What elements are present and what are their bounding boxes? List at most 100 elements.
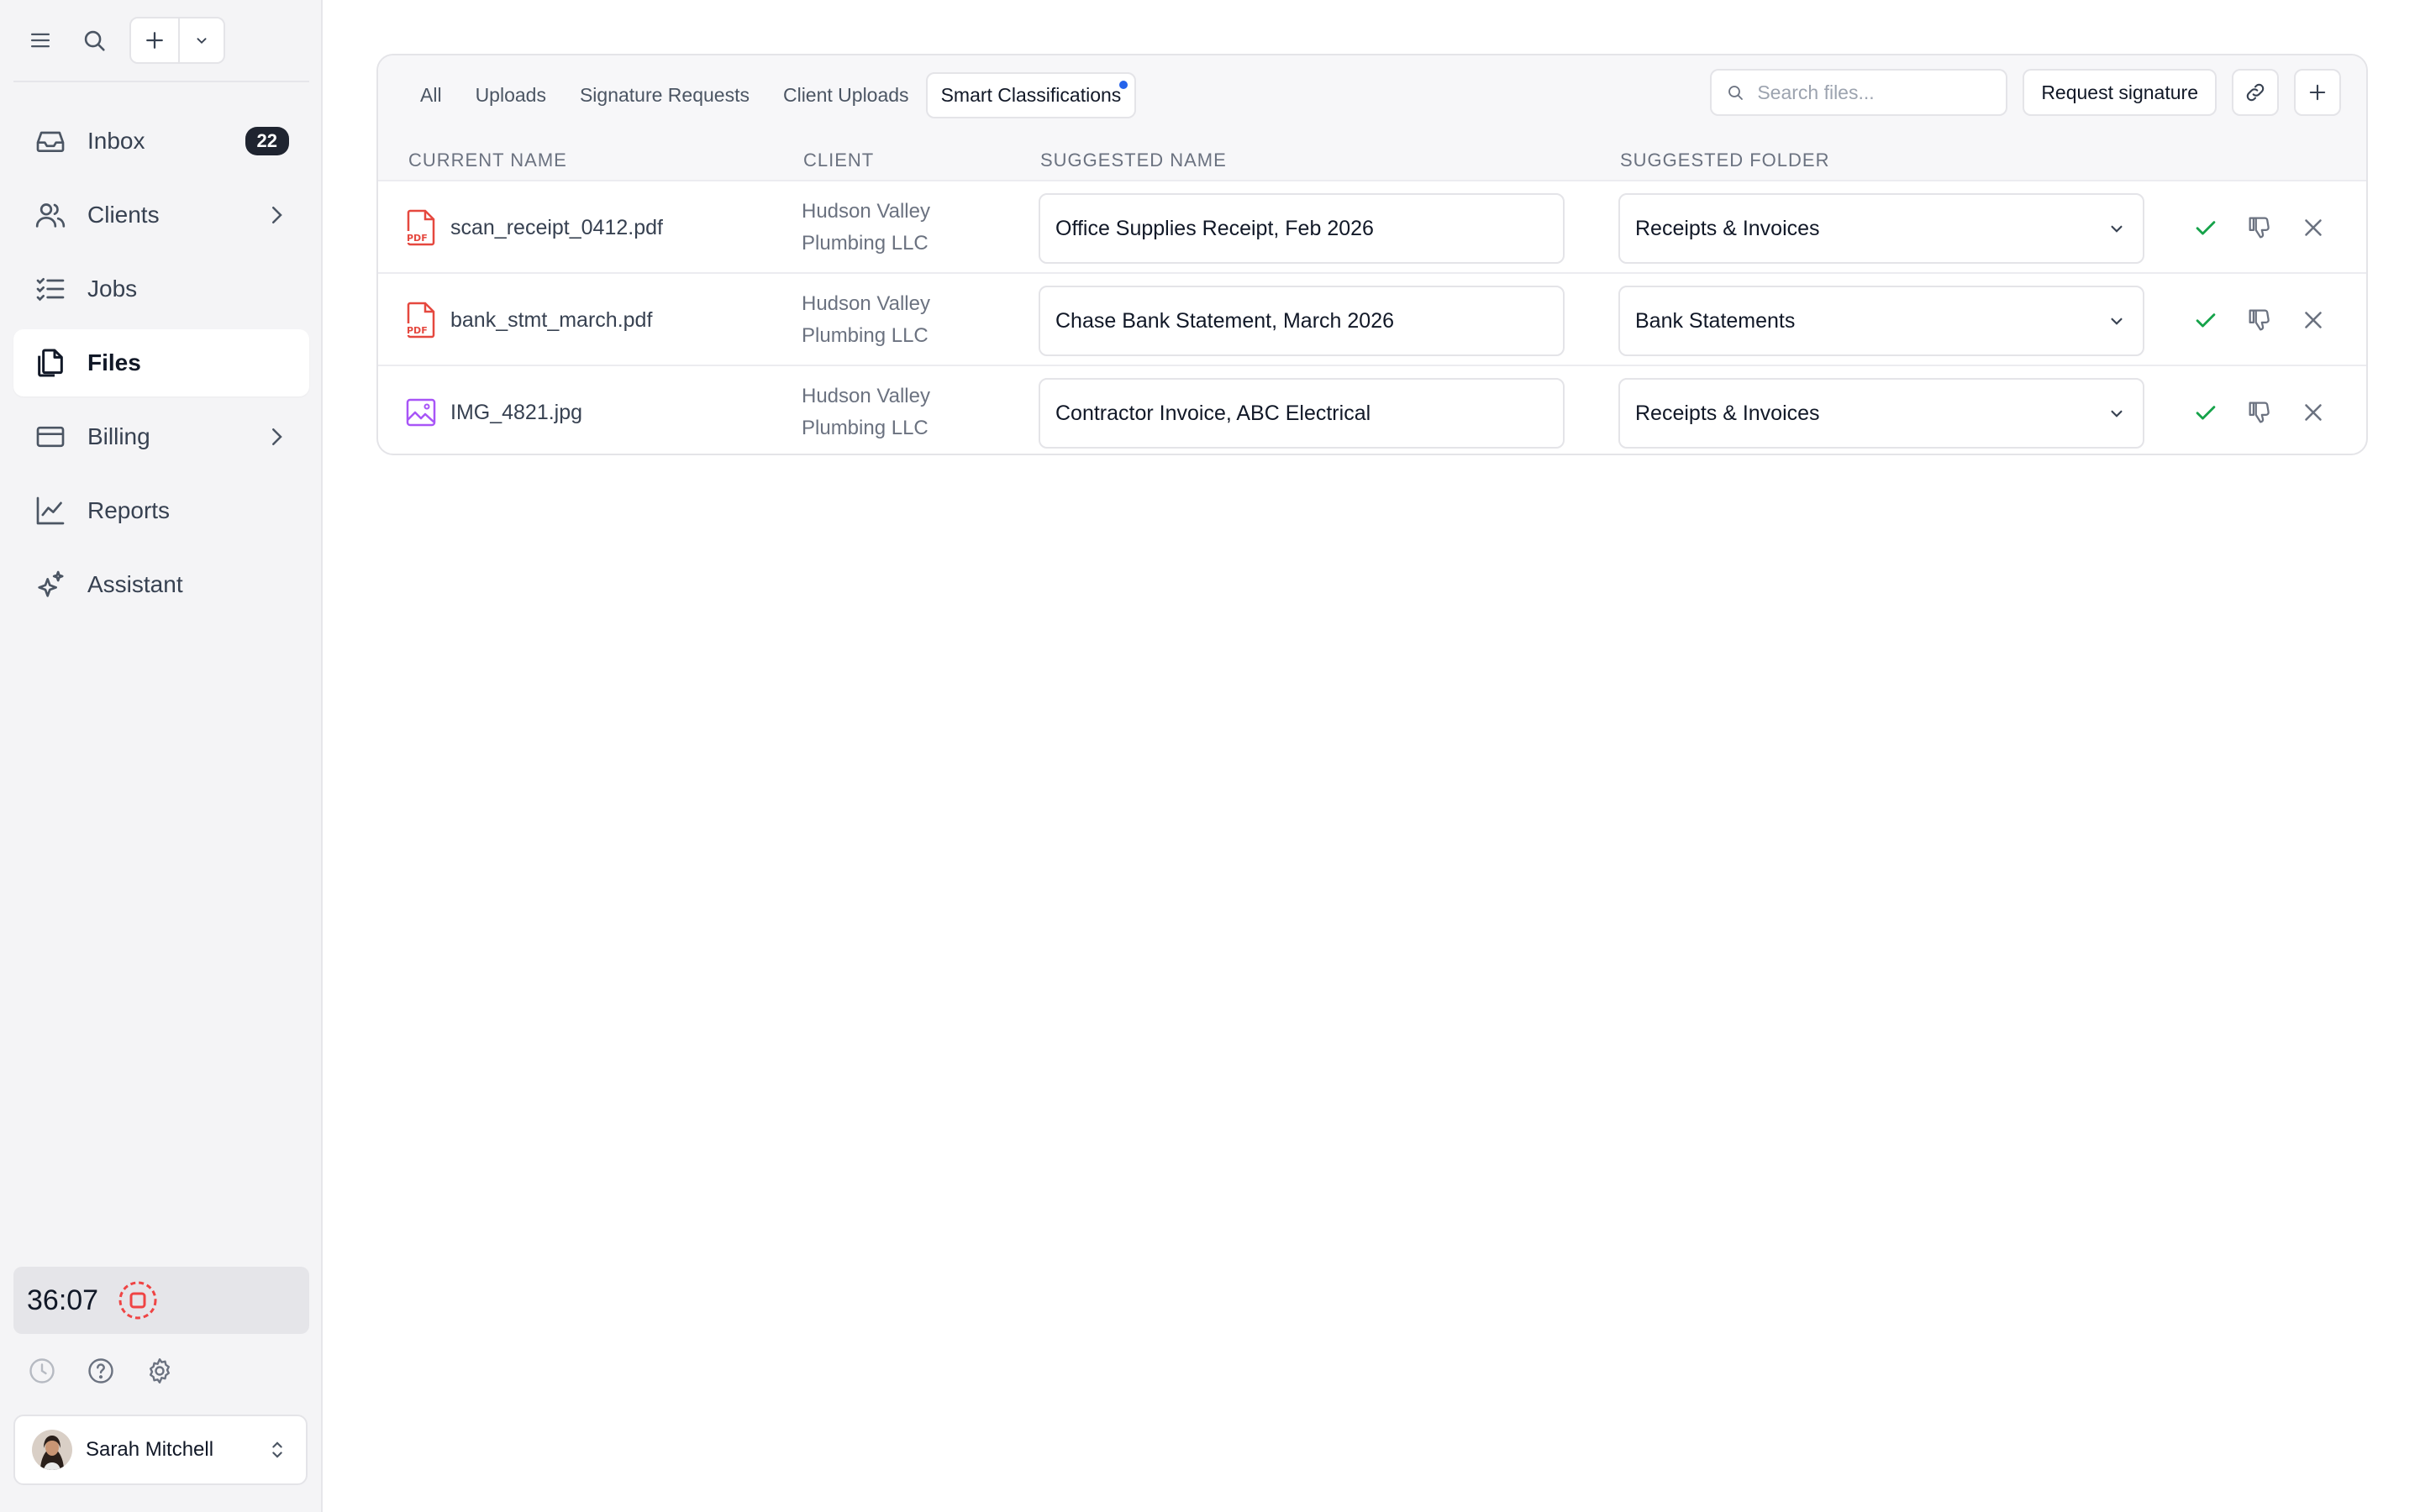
chevron-down-icon xyxy=(2111,225,2123,233)
plus-icon xyxy=(2309,84,2326,101)
client-cell: Hudson Valley Plumbing LLC xyxy=(802,274,995,366)
svg-text:PDF: PDF xyxy=(407,233,428,244)
suggested-name-field[interactable]: Chase Bank Statement, March 2026 xyxy=(1039,286,1565,356)
add-file-button[interactable] xyxy=(2294,69,2341,116)
table-row: IMG_4821.jpg Hudson Valley Plumbing LLC C… xyxy=(378,366,2366,454)
suggested-name-field[interactable]: Contractor Invoice, ABC Electrical xyxy=(1039,378,1565,449)
chevron-down-icon xyxy=(2111,318,2123,325)
sidebar: Inbox 22 Clients Jobs Files Billing Repo… xyxy=(0,0,323,1512)
table-row: PDF bank_stmt_march.pdf Hudson Valley Plu… xyxy=(378,274,2366,366)
users-icon xyxy=(34,198,67,232)
stop-timer-icon[interactable] xyxy=(117,1279,159,1321)
file-cell[interactable]: PDF scan_receipt_0412.pdf xyxy=(405,181,663,274)
help-icon[interactable] xyxy=(86,1356,116,1386)
search-icon xyxy=(1728,86,1744,100)
tab-uploads[interactable]: Uploads xyxy=(459,72,563,118)
sidebar-item-inbox[interactable]: Inbox 22 xyxy=(13,108,309,175)
sidebar-item-label: Jobs xyxy=(87,276,138,302)
file-cell[interactable]: IMG_4821.jpg xyxy=(405,366,582,454)
time-tracker: 36:07 xyxy=(13,1267,309,1334)
thumbs-down-icon[interactable] xyxy=(2245,398,2274,427)
user-name: Sarah Mitchell xyxy=(86,1438,214,1461)
client-name-line: Plumbing LLC xyxy=(802,417,929,439)
sidebar-divider xyxy=(13,81,309,82)
client-cell: Hudson Valley Plumbing LLC xyxy=(802,181,995,274)
avatar xyxy=(32,1430,72,1470)
column-header-suggested-name[interactable]: SUGGESTED NAME xyxy=(1040,150,1227,171)
sidebar-item-jobs[interactable]: Jobs xyxy=(13,255,309,323)
file-cell[interactable]: PDF bank_stmt_march.pdf xyxy=(405,274,652,366)
history-clock-icon[interactable] xyxy=(27,1356,57,1386)
suggested-folder-value: Receipts & Invoices xyxy=(1635,216,1820,240)
pdf-file-icon: PDF xyxy=(405,209,437,246)
inbox-icon xyxy=(34,124,67,158)
table-header: CURRENT NAME CLIENT SUGGESTED NAME SUGGE… xyxy=(378,139,2366,181)
link-icon xyxy=(2246,83,2265,102)
current-file-name: bank_stmt_march.pdf xyxy=(450,307,653,332)
row-actions xyxy=(2191,181,2328,274)
chart-line-icon xyxy=(34,494,67,528)
client-name-line: Hudson Valley xyxy=(802,292,930,315)
suggested-folder-select[interactable]: Receipts & Invoices xyxy=(1618,378,2144,449)
tab-signature-requests[interactable]: Signature Requests xyxy=(563,72,766,118)
column-header-current-name[interactable]: CURRENT NAME xyxy=(408,150,567,171)
chevron-right-icon xyxy=(264,202,289,228)
timer-readout: 36:07 xyxy=(27,1284,99,1316)
create-chevron-down-icon[interactable] xyxy=(180,31,224,50)
create-new-group xyxy=(129,17,225,64)
suggested-folder-select[interactable]: Bank Statements xyxy=(1618,286,2144,356)
notification-dot xyxy=(1118,79,1130,91)
sidebar-item-clients[interactable]: Clients xyxy=(13,181,309,249)
sparkles-icon xyxy=(34,568,67,601)
search-icon[interactable] xyxy=(67,13,121,67)
client-name-line: Plumbing LLC xyxy=(802,324,929,347)
tab-all[interactable]: All xyxy=(403,72,459,118)
client-name-line: Plumbing LLC xyxy=(802,232,929,255)
svg-text:PDF: PDF xyxy=(407,325,428,336)
column-header-suggested-folder[interactable]: SUGGESTED FOLDER xyxy=(1620,150,1829,171)
pdf-file-icon: PDF xyxy=(405,302,437,339)
tab-smart-classifications[interactable]: Smart Classifications xyxy=(925,72,1137,118)
create-plus-icon[interactable] xyxy=(131,18,180,62)
search-input[interactable] xyxy=(1757,81,1993,104)
thumbs-down-icon[interactable] xyxy=(2245,306,2274,334)
user-account-switcher[interactable]: Sarah Mitchell xyxy=(13,1415,308,1485)
chevron-down-icon xyxy=(2111,410,2123,417)
gear-icon[interactable] xyxy=(145,1356,175,1386)
sidebar-utility-icons xyxy=(27,1356,175,1386)
sidebar-topbar xyxy=(13,13,309,67)
tab-client-uploads[interactable]: Client Uploads xyxy=(766,72,926,118)
image-file-icon xyxy=(405,394,437,431)
row-actions xyxy=(2191,274,2328,366)
classification-table: PDF scan_receipt_0412.pdf Hudson Valley P… xyxy=(378,181,2366,454)
dismiss-x-icon[interactable] xyxy=(2299,213,2328,242)
sidebar-item-billing[interactable]: Billing xyxy=(13,403,309,470)
approve-check-icon[interactable] xyxy=(2191,306,2220,334)
client-name-line: Hudson Valley xyxy=(802,385,930,407)
approve-check-icon[interactable] xyxy=(2191,213,2220,242)
files-icon xyxy=(34,346,67,380)
sidebar-item-label: Inbox xyxy=(87,128,145,154)
suggested-folder-value: Receipts & Invoices xyxy=(1635,401,1820,425)
suggested-name-field[interactable]: Office Supplies Receipt, Feb 2026 xyxy=(1039,193,1565,264)
files-panel: All Uploads Signature Requests Client Up… xyxy=(376,54,2368,455)
file-tabs: All Uploads Signature Requests Client Up… xyxy=(403,72,1137,118)
sidebar-item-reports[interactable]: Reports xyxy=(13,477,309,544)
copy-link-button[interactable] xyxy=(2232,69,2279,116)
sidebar-item-label: Reports xyxy=(87,497,171,523)
sidebar-item-label: Assistant xyxy=(87,571,183,597)
menu-icon[interactable] xyxy=(13,13,67,67)
suggested-folder-select[interactable]: Receipts & Invoices xyxy=(1618,193,2144,264)
column-header-client[interactable]: CLIENT xyxy=(803,150,874,171)
dismiss-x-icon[interactable] xyxy=(2299,306,2328,334)
approve-check-icon[interactable] xyxy=(2191,398,2220,427)
sidebar-item-files[interactable]: Files xyxy=(13,329,309,396)
panel-header: All Uploads Signature Requests Client Up… xyxy=(378,55,2366,181)
thumbs-down-icon[interactable] xyxy=(2245,213,2274,242)
row-actions xyxy=(2191,366,2328,454)
request-signature-button[interactable]: Request signature xyxy=(2023,69,2217,116)
dismiss-x-icon[interactable] xyxy=(2299,398,2328,427)
tab-label: Smart Classifications xyxy=(940,84,1122,106)
sidebar-item-assistant[interactable]: Assistant xyxy=(13,551,309,618)
search-box xyxy=(1710,69,2008,116)
